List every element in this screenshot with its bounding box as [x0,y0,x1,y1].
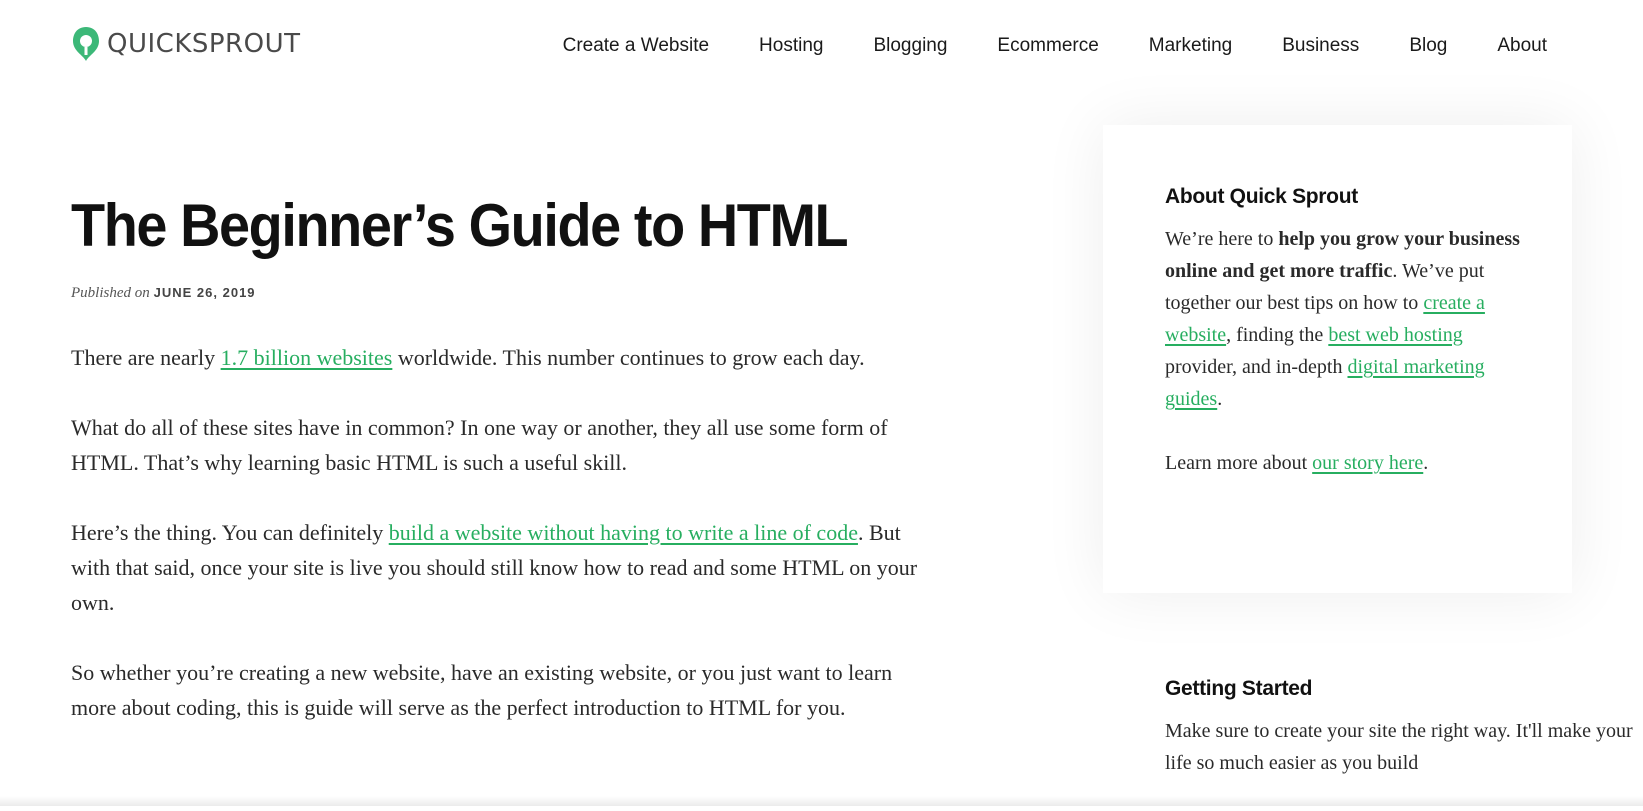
about-text-5: . [1217,388,1223,410]
site-logo[interactable]: QUICKSPROUT [71,24,301,64]
getting-started-text: Make sure to create your site the right … [1165,720,1633,774]
p1-text-before: There are nearly [71,345,221,370]
about-text-1: We’re here to [1165,228,1279,250]
about-widget: About Quick Sprout We’re here to help yo… [1103,125,1572,593]
post-content: There are nearly 1.7 billion websites wo… [71,340,931,725]
getting-started-title: Getting Started [1165,677,1313,700]
learn-text-after: . [1423,452,1429,474]
paragraph-3: Here’s the thing. You can definitely bui… [71,515,931,620]
main-nav: Create a Website Hosting Blogging Ecomme… [513,35,1547,57]
about-widget-title: About Quick Sprout [1165,185,1358,208]
published-prefix: Published on [71,285,150,301]
learn-more-text: Learn more about our story here. [1165,447,1522,479]
nav-blog[interactable]: Blog [1409,35,1447,57]
nav-blogging[interactable]: Blogging [873,35,947,57]
about-widget-text: We’re here to help you grow your busines… [1165,223,1522,415]
about-widget-body: About Quick Sprout We’re here to help yo… [1103,125,1572,479]
paragraph-4: So whether you’re creating a new website… [71,660,893,720]
sprout-logo-icon [73,27,99,61]
p3-text-before: Here’s the thing. You can definitely [71,520,389,545]
article: The Beginner’s Guide to HTML Published o… [71,190,931,760]
paragraph-1: There are nearly 1.7 billion websites wo… [71,340,931,375]
published-date: JUNE 26, 2019 [153,285,256,300]
nav-ecommerce[interactable]: Ecommerce [997,35,1098,57]
nav-create-a-website[interactable]: Create a Website [563,35,709,57]
link-1-7-billion-websites[interactable]: 1.7 billion websites [221,345,393,370]
nav-business[interactable]: Business [1282,35,1359,57]
logo-text: QUICKSPROUT [107,29,301,59]
post-meta: Published on JUNE 26, 2019 [71,284,931,302]
about-text-3: , finding the [1226,324,1329,346]
nav-marketing[interactable]: Marketing [1149,35,1232,57]
about-text-4: provider, and in-depth [1165,356,1348,378]
getting-started-widget: Getting Started Make sure to create your… [1103,677,1643,811]
paragraph-2: What do all of these sites have in commo… [71,415,888,475]
link-our-story-here[interactable]: our story here [1312,452,1423,474]
learn-text-before: Learn more about [1165,452,1313,474]
post-title: The Beginner’s Guide to HTML [71,192,849,259]
nav-about[interactable]: About [1497,35,1547,57]
nav-hosting[interactable]: Hosting [759,35,823,57]
p1-text-after: worldwide. This number continues to grow… [392,345,865,370]
link-build-website-without-code[interactable]: build a website without having to write … [389,520,858,545]
bottom-shadow [0,796,1643,806]
site-header: QUICKSPROUT Create a Website Hosting Blo… [0,0,1643,95]
link-best-web-hosting[interactable]: best web hosting [1328,324,1462,346]
